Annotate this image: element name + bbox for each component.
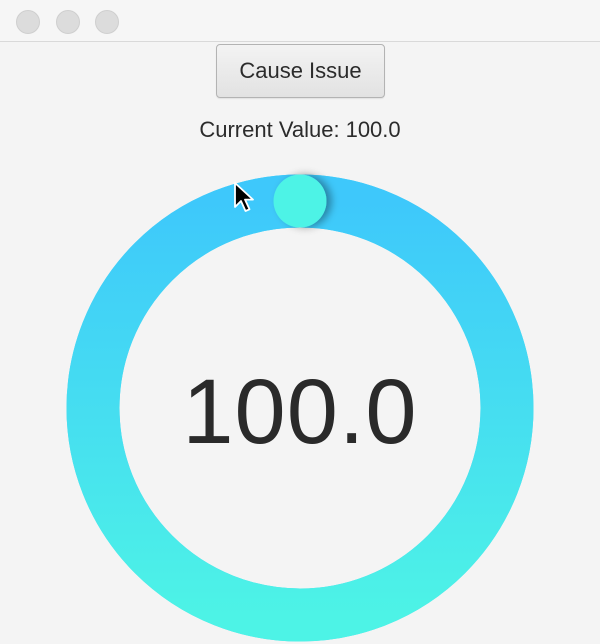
app-window: Cause Issue Current Value: 100.0 100.0 <box>0 0 600 644</box>
mouse-pointer-icon <box>234 182 254 212</box>
gauge-end-cap <box>273 174 327 228</box>
gauge-value-text: 100.0 <box>182 361 418 463</box>
progress-gauge <box>66 174 534 642</box>
